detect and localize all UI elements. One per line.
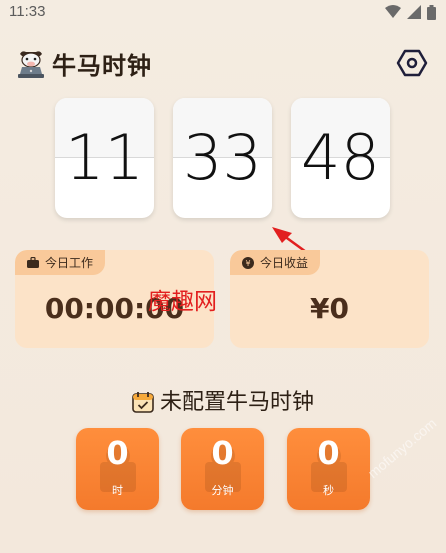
today-work-label: 今日工作 <box>45 256 94 270</box>
seconds-unit-label: 秒 <box>323 484 334 497</box>
briefcase-icon <box>27 257 39 268</box>
yen-coin-icon: ¥ <box>242 256 254 269</box>
hexagon-settings-icon <box>396 49 428 77</box>
today-earnings-value: ¥0 <box>310 292 349 325</box>
status-icons <box>385 4 436 20</box>
minutes-unit-card[interactable]: 0 分钟 <box>181 428 264 510</box>
settings-button[interactable] <box>396 47 428 79</box>
minutes-unit-value: 0 <box>211 434 234 472</box>
status-bar: 11:33 <box>0 0 446 26</box>
cow-at-laptop-icon <box>18 51 44 78</box>
signal-icon <box>407 5 421 19</box>
seconds-card: 48 <box>291 98 390 218</box>
today-earnings-panel: ¥ 今日收益 ¥0 <box>230 250 429 348</box>
seconds-value: 48 <box>301 121 380 194</box>
hours-unit-label: 时 <box>112 484 123 497</box>
minutes-value: 33 <box>183 121 262 194</box>
seconds-unit-card[interactable]: 0 秒 <box>287 428 370 510</box>
wifi-icon <box>385 5 401 18</box>
app-header: 牛马时钟 <box>16 44 430 84</box>
status-time: 11:33 <box>9 3 46 20</box>
minutes-card: 33 <box>173 98 272 218</box>
minutes-unit-label: 分钟 <box>211 484 234 497</box>
hours-unit-value: 0 <box>106 434 129 472</box>
today-earnings-label: 今日收益 <box>260 256 309 270</box>
watermark-text: 魔趣网 <box>148 289 217 315</box>
app-title: 牛马时钟 <box>52 52 152 80</box>
today-work-tag: 今日工作 <box>15 250 106 275</box>
config-title: 未配置牛马时钟 <box>159 390 314 415</box>
today-earnings-tag: ¥ 今日收益 <box>230 250 321 275</box>
hours-unit-card[interactable]: 0 时 <box>76 428 159 510</box>
calendar-check-icon <box>132 392 154 413</box>
battery-icon <box>427 4 436 20</box>
hours-value: 11 <box>65 121 144 194</box>
flip-clock: 11 33 48 <box>55 98 391 218</box>
config-status: 未配置牛马时钟 <box>0 384 446 416</box>
corner-watermark: mofunyo.com <box>364 414 440 482</box>
seconds-unit-value: 0 <box>317 434 340 472</box>
hours-card: 11 <box>55 98 154 218</box>
svg-text:¥: ¥ <box>245 259 250 268</box>
